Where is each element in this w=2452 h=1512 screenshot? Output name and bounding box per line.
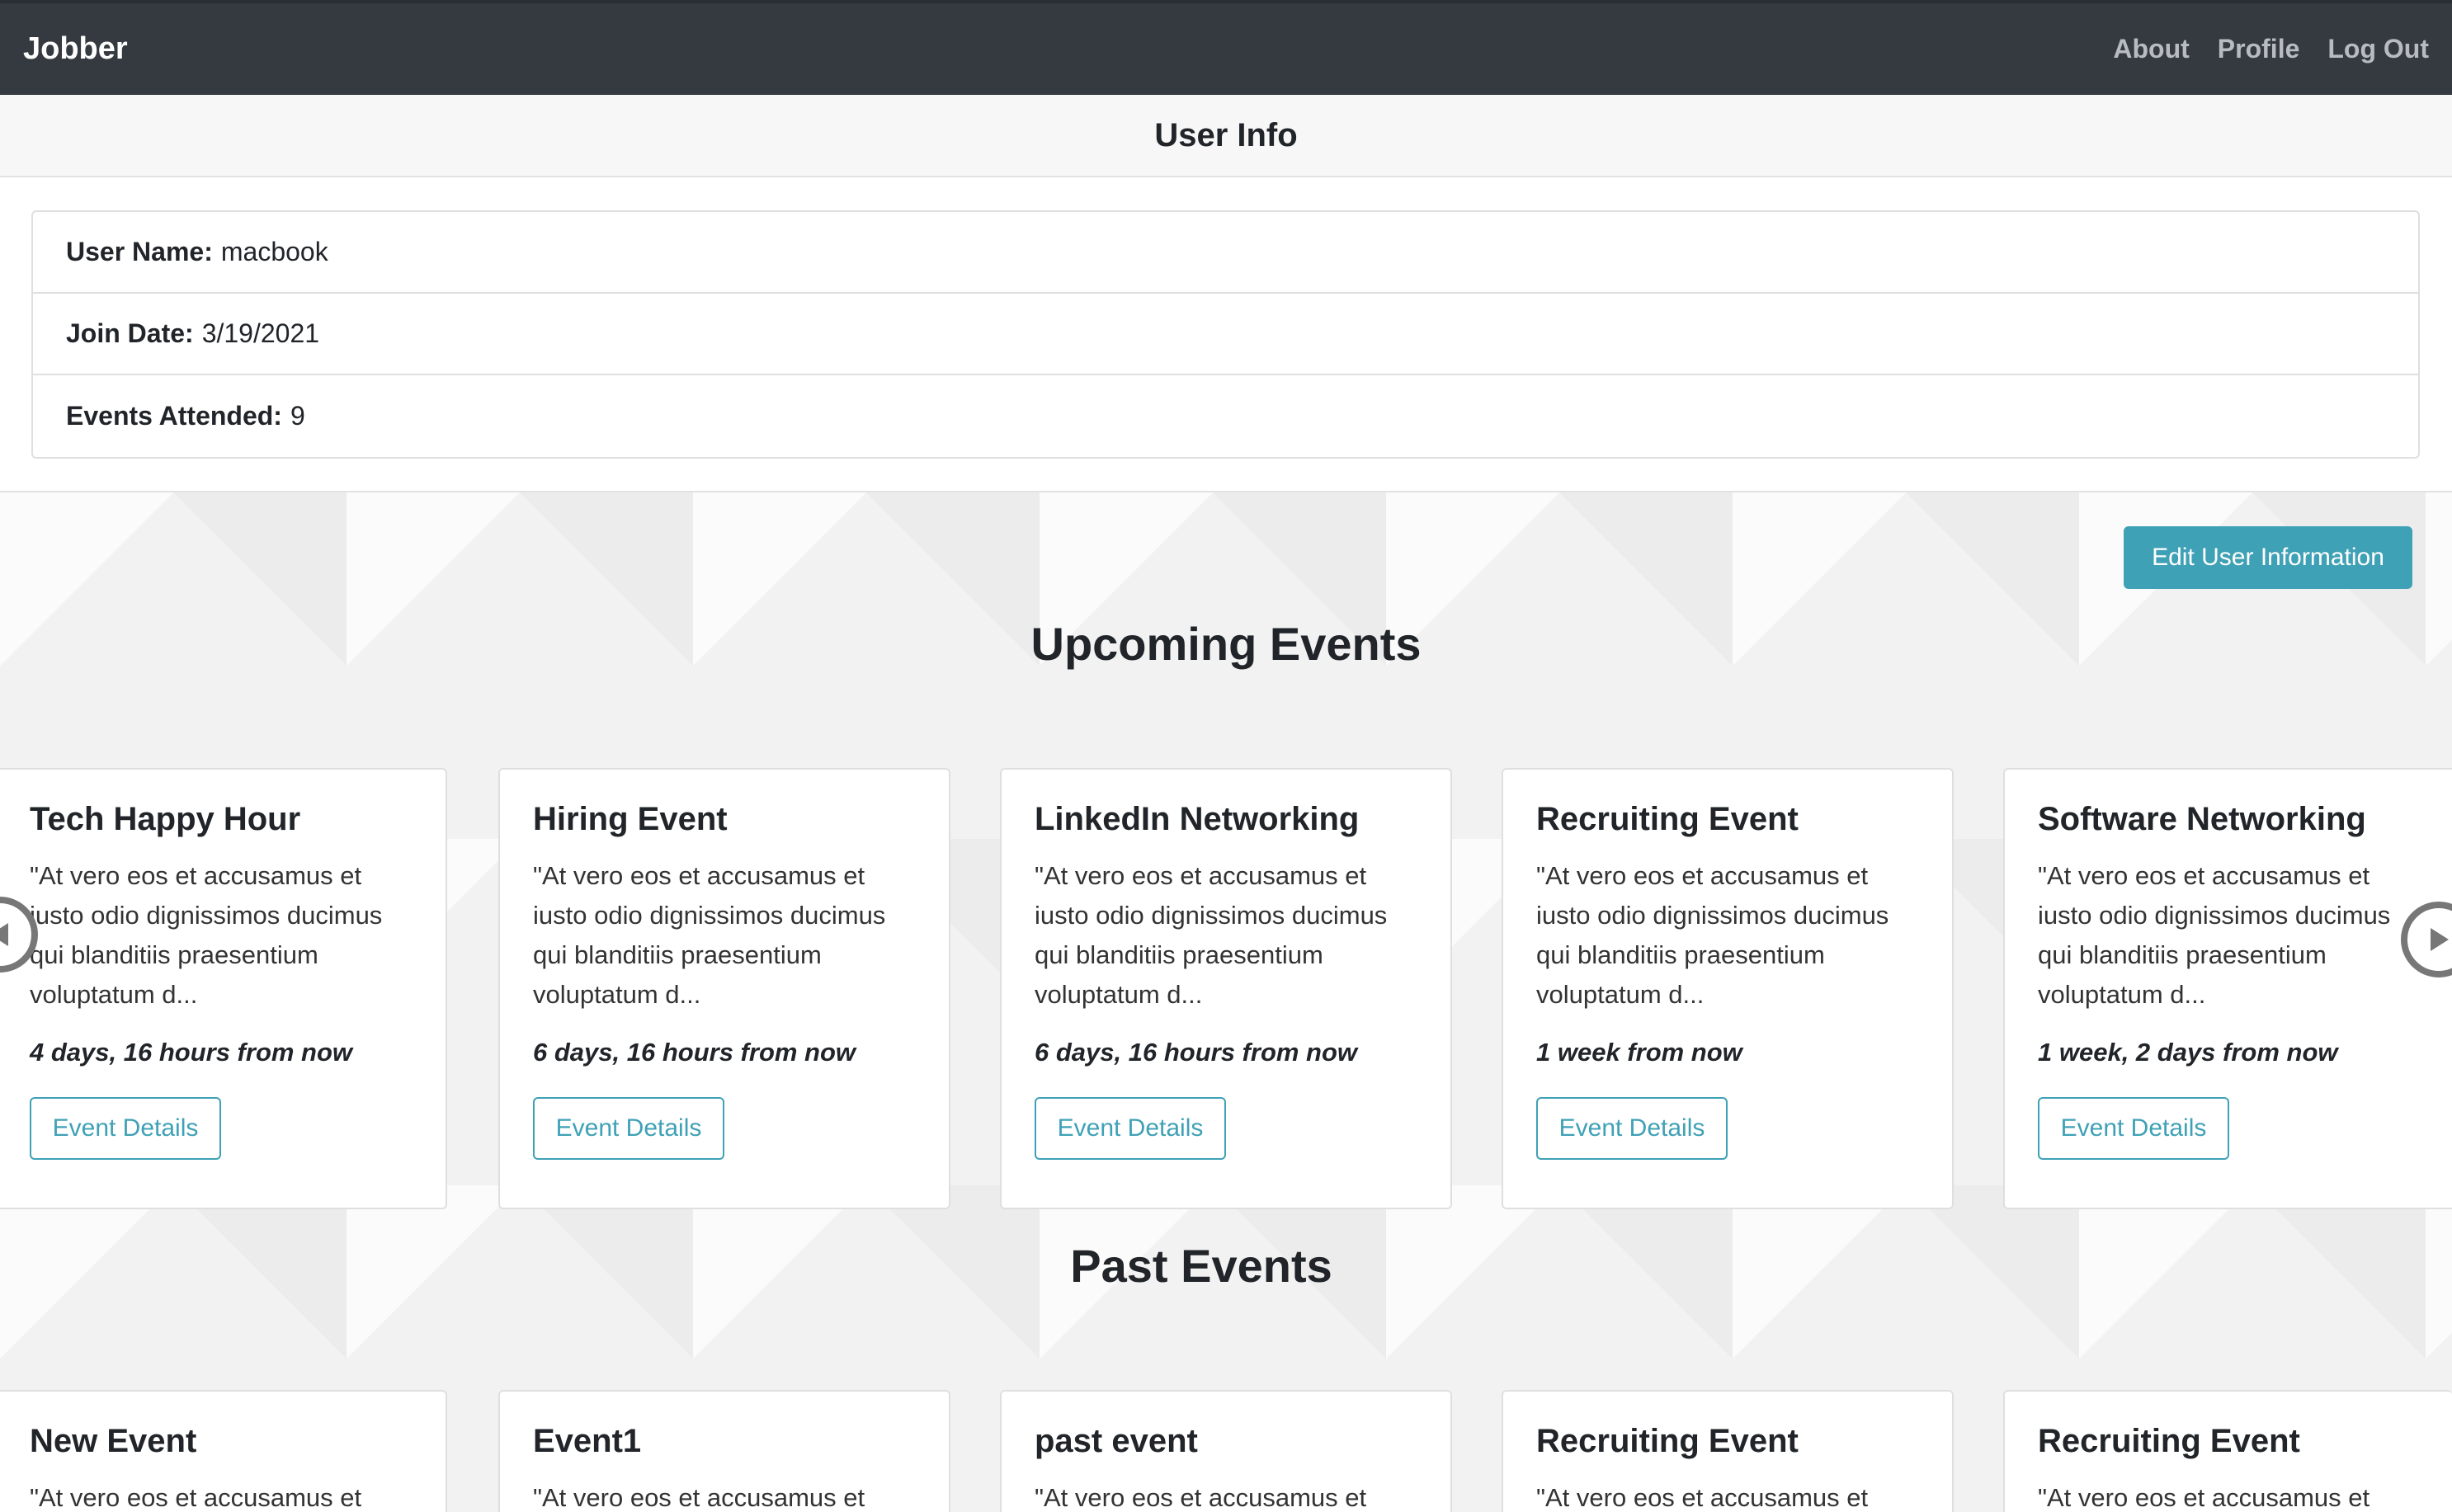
user-info-body: User Name: macbook Join Date: 3/19/2021 … bbox=[0, 177, 2452, 492]
event-card-time: 1 week, 2 days from now bbox=[2038, 1038, 2338, 1067]
events-attended-row: Events Attended: 9 bbox=[33, 375, 2418, 457]
event-card-title: Hiring Event bbox=[533, 801, 728, 837]
event-card-title: Tech Happy Hour bbox=[30, 801, 301, 837]
event-card-description: "At vero eos et accusamus et bbox=[2038, 1483, 2370, 1512]
user-name-label: User Name: bbox=[66, 237, 213, 266]
event-details-button[interactable]: Event Details bbox=[1536, 1097, 1728, 1160]
join-date-label: Join Date: bbox=[66, 318, 194, 348]
edit-user-info-button[interactable]: Edit User Information bbox=[2124, 526, 2412, 589]
event-card-description: "At vero eos et accusamus et bbox=[30, 1483, 362, 1512]
nav-logout-link[interactable]: Log Out bbox=[2327, 34, 2429, 64]
event-card-description: "At vero eos et accusamus et bbox=[1536, 1483, 1869, 1512]
event-card-title: Software Networking bbox=[2038, 801, 2366, 837]
nav-about-link[interactable]: About bbox=[2113, 34, 2189, 64]
user-info-header: User Info bbox=[0, 95, 2452, 177]
event-card-description: "At vero eos et accusamus et iusto odio … bbox=[1536, 861, 1889, 1009]
event-card-time: 6 days, 16 hours from now bbox=[533, 1038, 856, 1067]
event-details-button[interactable]: Event Details bbox=[533, 1097, 724, 1160]
user-info-list: User Name: macbook Join Date: 3/19/2021 … bbox=[31, 210, 2420, 459]
event-card: Tech Happy Hour "At vero eos et accusamu… bbox=[0, 768, 447, 1209]
event-card-description: "At vero eos et accusamus et bbox=[533, 1483, 865, 1512]
event-card-description: "At vero eos et accusamus et bbox=[1035, 1483, 1367, 1512]
nav-links: About Profile Log Out bbox=[2113, 34, 2429, 64]
past-events-title: Past Events bbox=[1070, 1240, 1332, 1292]
event-card-title: Recruiting Event bbox=[1536, 801, 1799, 837]
past-event-card: Recruiting Event "At vero eos et accusam… bbox=[1502, 1390, 1954, 1512]
event-card-description: "At vero eos et accusamus et iusto odio … bbox=[533, 861, 886, 1009]
event-details-button[interactable]: Event Details bbox=[2038, 1097, 2229, 1160]
past-event-card: past event "At vero eos et accusamus et bbox=[1000, 1390, 1452, 1512]
event-card: Recruiting Event "At vero eos et accusam… bbox=[1502, 768, 1954, 1209]
event-card-title: LinkedIn Networking bbox=[1035, 801, 1360, 837]
event-details-button[interactable]: Event Details bbox=[30, 1097, 221, 1160]
chevron-left-icon bbox=[0, 923, 8, 946]
event-card-description: "At vero eos et accusamus et iusto odio … bbox=[1035, 861, 1388, 1009]
event-card-title: Event1 bbox=[533, 1423, 642, 1459]
past-event-card: Recruiting Event "At vero eos et accusam… bbox=[2003, 1390, 2452, 1512]
event-card: LinkedIn Networking "At vero eos et accu… bbox=[1000, 768, 1452, 1209]
event-card: Software Networking "At vero eos et accu… bbox=[2003, 768, 2452, 1209]
event-card-description: "At vero eos et accusamus et iusto odio … bbox=[30, 861, 383, 1009]
chevron-right-icon bbox=[2431, 928, 2449, 951]
navbar: Jobber About Profile Log Out bbox=[0, 0, 2452, 95]
past-event-card: New Event "At vero eos et accusamus et bbox=[0, 1390, 447, 1512]
nav-profile-link[interactable]: Profile bbox=[2218, 34, 2300, 64]
join-date-value: 3/19/2021 bbox=[201, 318, 320, 348]
event-card-time: 6 days, 16 hours from now bbox=[1035, 1038, 1358, 1067]
user-name-row: User Name: macbook bbox=[33, 212, 2418, 294]
event-card-title: Recruiting Event bbox=[1536, 1423, 1799, 1459]
event-card-description: "At vero eos et accusamus et iusto odio … bbox=[2038, 861, 2391, 1009]
past-event-card: Event1 "At vero eos et accusamus et bbox=[498, 1390, 950, 1512]
event-card: Hiring Event "At vero eos et accusamus e… bbox=[498, 768, 950, 1209]
events-attended-value: 9 bbox=[290, 401, 305, 431]
event-card-time: 4 days, 16 hours from now bbox=[30, 1038, 353, 1067]
event-card-time: 1 week from now bbox=[1536, 1038, 1742, 1067]
event-card-title: Recruiting Event bbox=[2038, 1423, 2300, 1459]
event-details-button[interactable]: Event Details bbox=[1035, 1097, 1226, 1160]
brand-logo[interactable]: Jobber bbox=[23, 31, 128, 67]
join-date-row: Join Date: 3/19/2021 bbox=[33, 294, 2418, 375]
event-card-title: New Event bbox=[30, 1423, 197, 1459]
user-name-value: macbook bbox=[220, 237, 328, 266]
events-attended-label: Events Attended: bbox=[66, 401, 282, 431]
event-card-title: past event bbox=[1035, 1423, 1198, 1459]
upcoming-events-title: Upcoming Events bbox=[1030, 618, 1422, 670]
